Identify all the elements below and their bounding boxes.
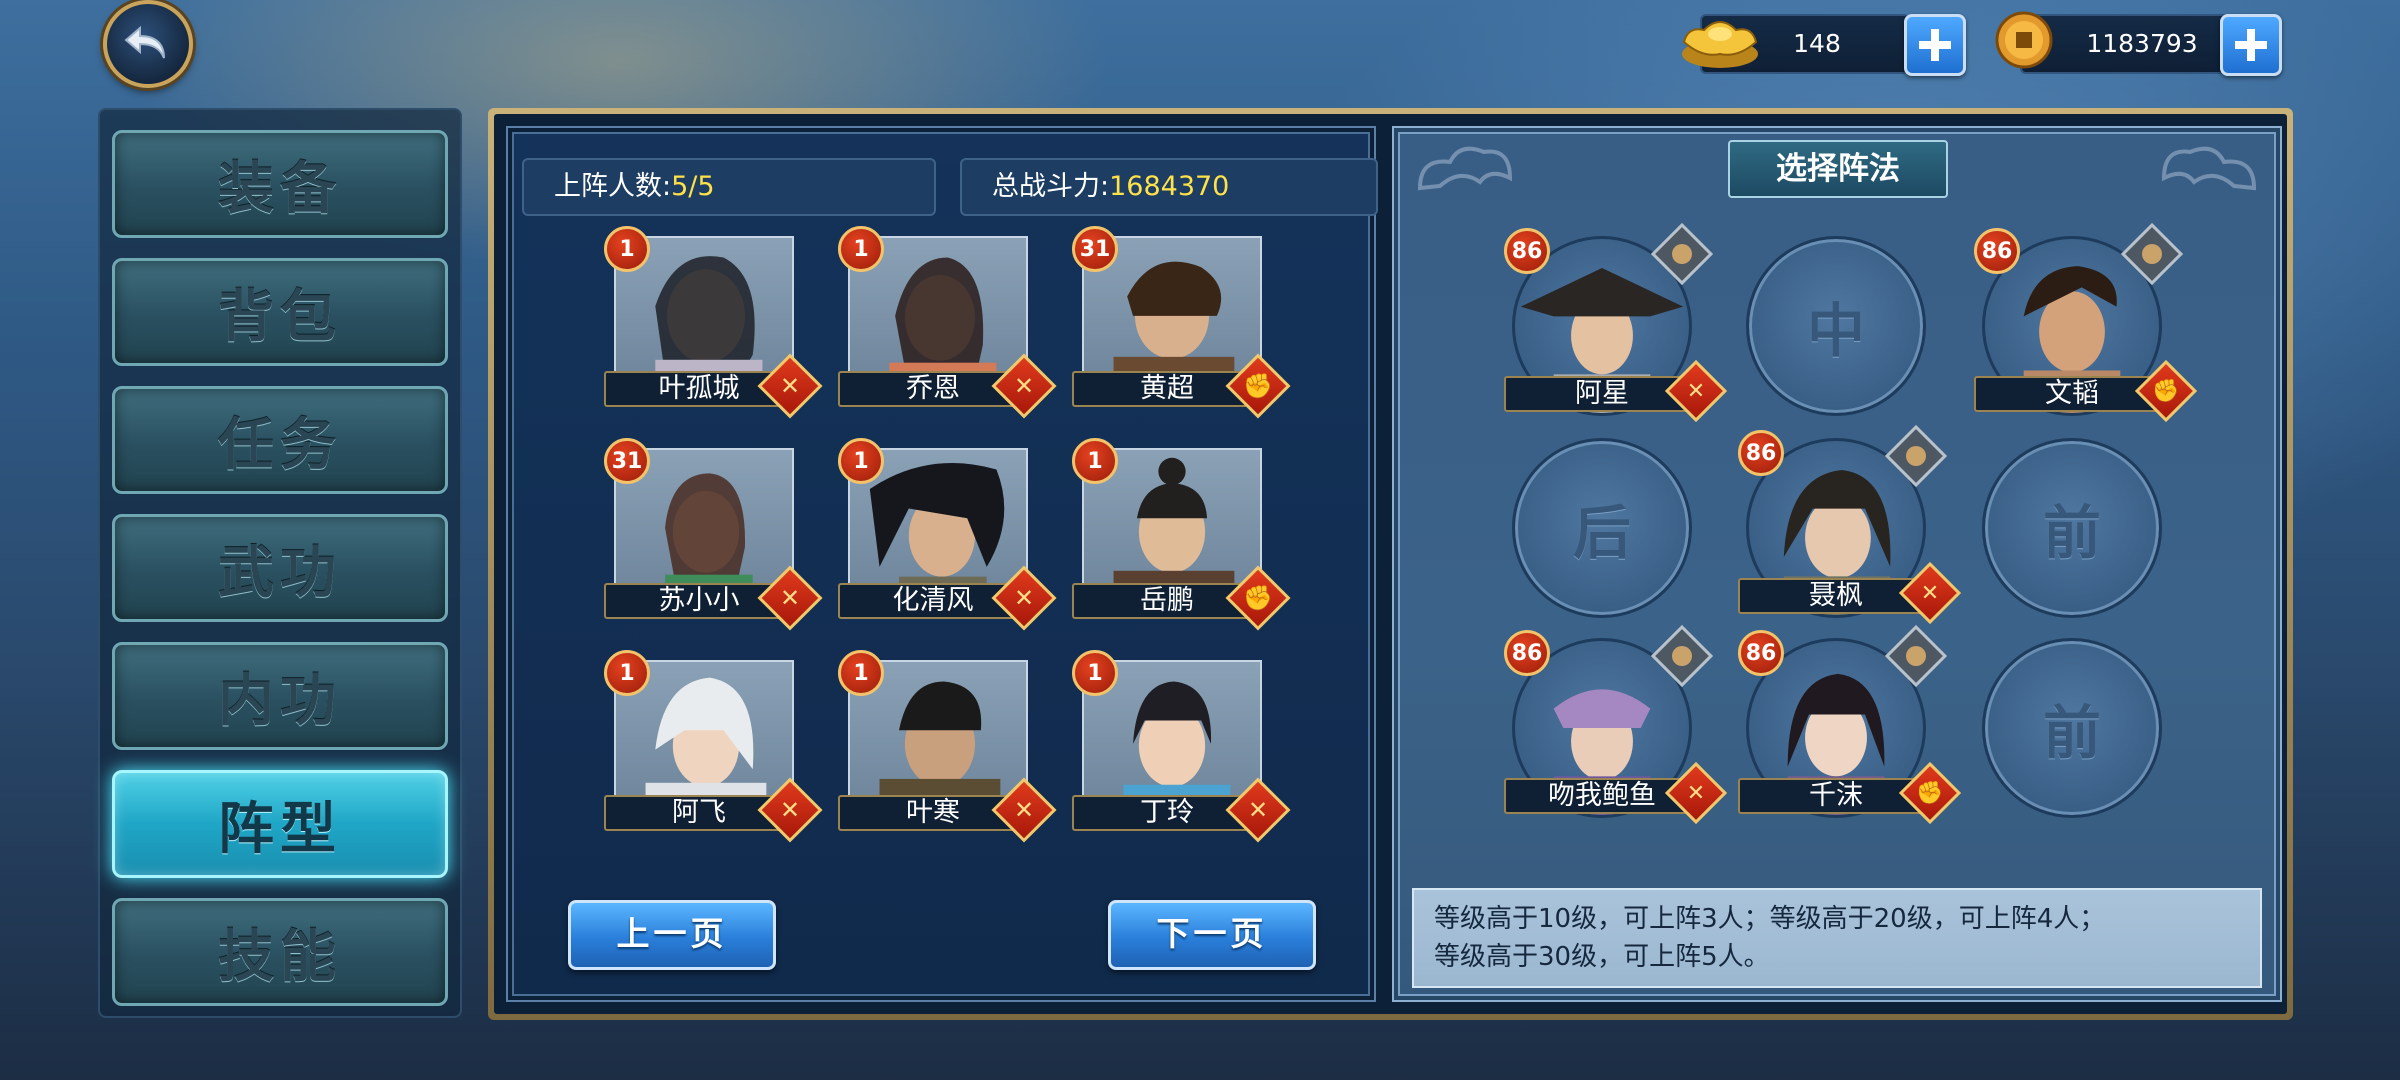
hero-card[interactable]: 1 乔恩 ✕ — [838, 226, 1057, 419]
formation-slot-front[interactable]: 前 — [1982, 438, 2162, 618]
nav-equipment[interactable]: 装备 — [112, 130, 448, 238]
nav-inner-power[interactable]: 内功 — [112, 642, 448, 750]
slot-label: 前 — [2042, 499, 2101, 567]
hero-level-badge: 86 — [1504, 630, 1550, 676]
hero-level-badge: 31 — [1072, 226, 1118, 272]
hero-card[interactable]: 1 叶孤城 ✕ — [604, 226, 823, 419]
hero-level-badge: 1 — [838, 226, 884, 272]
formation-window: 上阵人数:5/5 总战斗力:1684370 1 叶孤城 ✕ 1 乔恩 ✕ 31 — [488, 108, 2293, 1020]
deployed-value: 5/5 — [671, 171, 715, 202]
nav-martial-arts[interactable]: 武功 — [112, 514, 448, 622]
total-power: 总战斗力:1684370 — [960, 158, 1378, 216]
nav-label: 装备 — [218, 155, 342, 222]
rules-line-1: 等级高于10级，可上阵3人；等级高于20级，可上阵4人； — [1434, 904, 2106, 934]
plus-icon — [1919, 29, 1951, 61]
hero-level-badge: 31 — [604, 438, 650, 484]
nav-label: 背包 — [218, 283, 342, 350]
nav-backpack[interactable]: 背包 — [112, 258, 448, 366]
hero-level-badge: 1 — [1072, 650, 1118, 696]
hero-card[interactable]: 1 化清风 ✕ — [838, 438, 1057, 631]
prev-page-button[interactable]: 上一页 — [568, 900, 776, 970]
deployed-count: 上阵人数:5/5 — [522, 158, 936, 216]
hero-level-badge: 1 — [838, 438, 884, 484]
deployed-label: 上阵人数: — [554, 171, 672, 202]
nav-tasks[interactable]: 任务 — [112, 386, 448, 494]
hero-card[interactable]: 31 黄超 ✊ — [1072, 226, 1291, 419]
hero-level-badge: 86 — [1504, 228, 1550, 274]
cloud-ornament-icon — [2161, 146, 2257, 191]
hero-level-badge: 86 — [1738, 630, 1784, 676]
hero-card[interactable]: 1 叶寒 ✕ — [838, 650, 1057, 843]
hero-level-badge: 1 — [838, 650, 884, 696]
formation-rules-info: 等级高于10级，可上阵3人；等级高于20级，可上阵4人； 等级高于30级，可上阵… — [1412, 888, 2262, 988]
nav-skills[interactable]: 技能 — [112, 898, 448, 1006]
add-coin-button[interactable] — [2220, 14, 2282, 76]
nav-label: 内功 — [218, 667, 342, 734]
hero-card[interactable]: 1 丁玲 ✕ — [1072, 650, 1291, 843]
nav-formation[interactable]: 阵型 — [112, 770, 448, 878]
formation-panel: 选择阵法 86 阿星 ✕ 中 86 文韬 ✊ 后 86 聂枫 ✕ 前 86 吻我… — [1392, 126, 2282, 1002]
power-value: 1684370 — [1109, 171, 1230, 202]
select-formation-button[interactable]: 选择阵法 — [1728, 140, 1948, 198]
nav-label: 阵型 — [218, 795, 342, 862]
hero-level-badge: 86 — [1738, 430, 1784, 476]
plus-icon — [2235, 29, 2267, 61]
formation-hero-slot[interactable]: 86 千沫 ✊ — [1738, 624, 1962, 830]
formation-hero-slot[interactable]: 86 聂枫 ✕ — [1738, 424, 1962, 630]
next-page-button[interactable]: 下一页 — [1108, 900, 1316, 970]
formation-slot-front[interactable]: 前 — [1982, 638, 2162, 818]
copper-coin-icon — [1995, 11, 2053, 69]
copper-coin-value: 1183793 — [2086, 29, 2198, 58]
slot-label: 前 — [2042, 699, 2101, 767]
back-button[interactable] — [103, 0, 193, 88]
add-gold-button[interactable] — [1904, 14, 1966, 76]
formation-hero-slot[interactable]: 86 阿星 ✕ — [1504, 222, 1728, 428]
hero-card[interactable]: 1 岳鹏 ✊ — [1072, 438, 1291, 631]
gold-ingot-icon — [1682, 21, 1758, 68]
hero-level-badge: 1 — [604, 650, 650, 696]
slot-label: 后 — [1572, 499, 1631, 567]
nav-label: 武功 — [218, 539, 342, 606]
formation-hero-slot[interactable]: 86 文韬 ✊ — [1974, 222, 2198, 428]
hero-level-badge: 1 — [1072, 438, 1118, 484]
hero-card[interactable]: 1 阿飞 ✕ — [604, 650, 823, 843]
hero-level-badge: 86 — [1974, 228, 2020, 274]
formation-hero-slot[interactable]: 86 吻我鲍鱼 ✕ — [1504, 624, 1728, 830]
hero-level-badge: 1 — [604, 226, 650, 272]
back-arrow-icon — [124, 25, 165, 59]
formation-slot-middle[interactable]: 中 — [1746, 236, 1926, 416]
nav-label: 技能 — [218, 923, 342, 990]
slot-label: 中 — [1806, 297, 1865, 365]
nav-label: 任务 — [218, 411, 342, 478]
side-menu: 装备 背包 任务 武功 内功 阵型 技能 — [98, 108, 462, 1018]
formation-slot-back[interactable]: 后 — [1512, 438, 1692, 618]
cloud-ornament-icon — [1417, 146, 1513, 191]
hero-roster-panel: 上阵人数:5/5 总战斗力:1684370 1 叶孤城 ✕ 1 乔恩 ✕ 31 — [506, 126, 1378, 1002]
power-label: 总战斗力: — [992, 171, 1110, 202]
hero-card[interactable]: 31 苏小小 ✕ — [604, 438, 823, 631]
rules-line-2: 等级高于30级，可上阵5人。 — [1434, 942, 1770, 972]
